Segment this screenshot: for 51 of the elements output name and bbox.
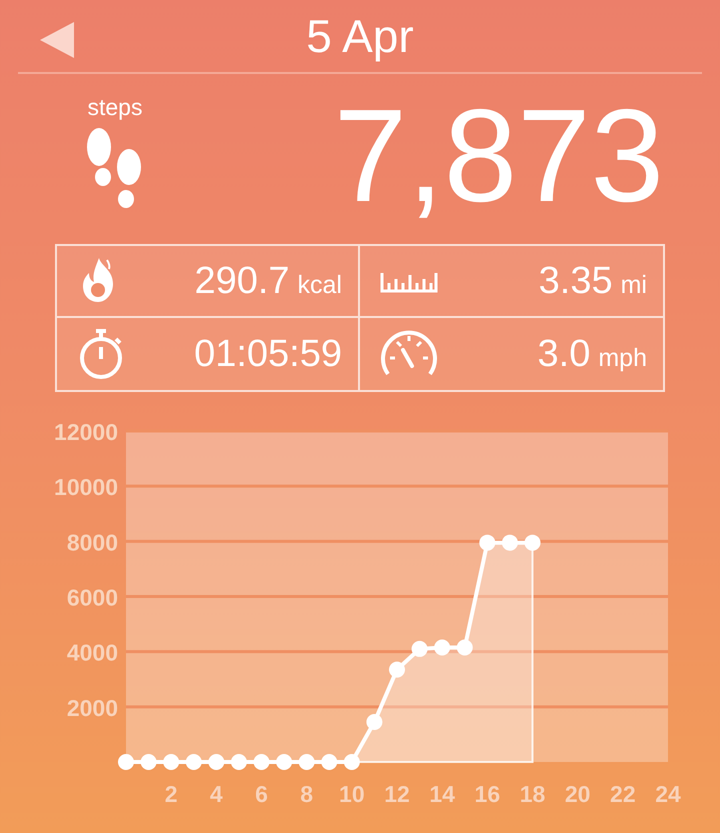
stat-value: 01:05:59 xyxy=(194,335,342,373)
data-point xyxy=(479,534,496,551)
y-axis-label: 12000 xyxy=(54,419,118,445)
y-axis-label: 8000 xyxy=(66,529,118,556)
data-point xyxy=(254,754,270,770)
y-axis-label: 4000 xyxy=(66,640,118,666)
data-point xyxy=(321,754,338,770)
stat-value: 3.0 xyxy=(538,335,590,373)
data-point xyxy=(344,754,360,770)
data-point xyxy=(412,640,428,657)
x-axis-label: 20 xyxy=(564,781,590,807)
data-point xyxy=(186,754,202,770)
date-title: 5 Apr xyxy=(306,13,414,59)
steps-label: steps xyxy=(88,96,142,119)
data-point xyxy=(230,754,247,770)
stopwatch-icon xyxy=(77,327,125,381)
y-axis-label: 10000 xyxy=(54,474,118,500)
data-point xyxy=(389,662,405,678)
stat-unit: kcal xyxy=(298,273,342,298)
back-button[interactable] xyxy=(40,22,74,58)
x-axis-label: 22 xyxy=(610,781,636,807)
data-point xyxy=(366,714,382,730)
stat-value: 3.35 xyxy=(538,262,613,300)
steps-count: 7,873 xyxy=(334,90,664,222)
data-point xyxy=(276,754,292,770)
x-axis-label: 10 xyxy=(339,781,365,807)
data-point xyxy=(502,534,518,551)
back-icon xyxy=(40,22,74,58)
data-point xyxy=(298,754,315,770)
y-axis-label: 6000 xyxy=(66,584,118,610)
x-axis-label: 8 xyxy=(300,781,314,807)
x-axis-label: 2 xyxy=(164,781,178,807)
x-axis-label: 24 xyxy=(655,781,681,807)
x-axis-label: 18 xyxy=(520,781,546,807)
stat-value: 290.7 xyxy=(194,262,290,300)
data-point xyxy=(118,754,134,770)
data-point xyxy=(434,640,450,656)
data-point xyxy=(456,640,473,656)
stat-unit: mph xyxy=(598,346,647,371)
data-point xyxy=(524,534,540,551)
x-axis-label: 14 xyxy=(429,781,455,807)
speedometer-icon xyxy=(380,330,438,378)
data-point xyxy=(140,754,157,770)
x-axis-label: 6 xyxy=(255,781,268,807)
x-axis-label: 16 xyxy=(474,781,500,807)
x-axis-label: 4 xyxy=(210,781,223,807)
stat-unit: mi xyxy=(620,273,647,298)
data-point xyxy=(163,754,180,770)
data-point xyxy=(208,754,224,770)
y-axis-label: 2000 xyxy=(66,694,118,721)
x-axis-label: 12 xyxy=(384,781,410,807)
